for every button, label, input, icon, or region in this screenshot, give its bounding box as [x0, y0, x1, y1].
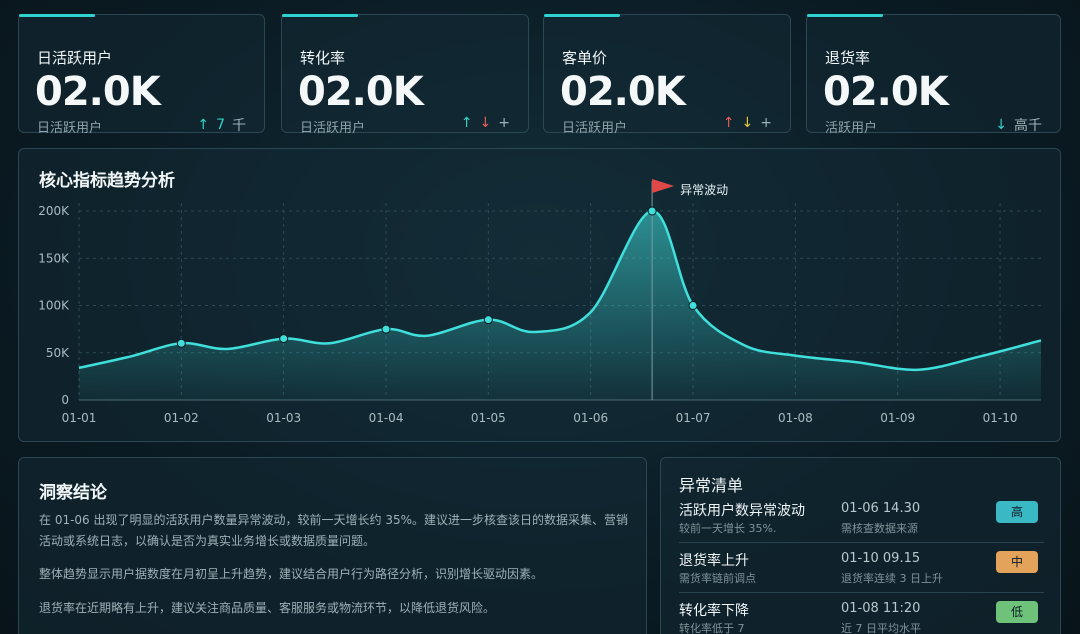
kpi-value: 02.0K	[298, 69, 424, 115]
trend-chart[interactable]: 0 50K 100K 150K 200K 01-01 01-02 01-03 01-04 01-0…	[19, 149, 1062, 443]
severity-badge: 中	[996, 551, 1038, 573]
anomaly-name: 退货率上升	[679, 553, 749, 569]
severity-badge: 低	[996, 601, 1038, 623]
insight-paragraph: 在 01-06 出现了明显的活跃用户数量异常波动，较前一天增长约 35%。建议进…	[39, 513, 628, 548]
x-tick-label: 01-09	[880, 411, 915, 425]
trend-down-icon: ↓	[479, 115, 492, 131]
data-point	[688, 301, 698, 310]
data-point	[279, 334, 289, 344]
y-tick-label: 200K	[38, 204, 70, 218]
dashboard: 日活跃用户 02.0K 日活跃用户 ↑ 7 千 转化率 02.0K 日活跃用户 …	[0, 0, 1080, 634]
trend-unit: 千	[232, 118, 246, 134]
x-tick-label: 01-02	[164, 411, 199, 425]
kpi-sub: 日活跃用户	[300, 121, 366, 136]
kpi-sub: 日活跃用户	[37, 121, 103, 136]
kpi-trend: ↑ ↓ +	[723, 115, 772, 131]
anomaly-row[interactable]: 转化率下降 转化率低于 7 01-08 11:20 近 7 日平均水平 低	[679, 600, 1044, 634]
kpi-title: 日活跃用户	[37, 49, 113, 67]
x-tick-label: 01-03	[266, 411, 301, 425]
anomaly-name: 活跃用户数异常波动	[679, 503, 805, 519]
series-area	[79, 210, 1041, 400]
anomaly-list-panel: 异常清单 活跃用户数异常波动 较前一天增长 35%. 01-06 14.30 需…	[660, 457, 1061, 634]
kpi-card-dau[interactable]: 日活跃用户 02.0K 日活跃用户 ↑ 7 千	[18, 14, 265, 136]
kpi-card-aov[interactable]: 客单价 02.0K 日活跃用户 ↑ ↓ +	[543, 14, 791, 136]
kpi-sub: 活跃用户	[825, 121, 878, 136]
kpi-card-conversion[interactable]: 转化率 02.0K 日活跃用户 ↑ ↓ +	[281, 14, 529, 136]
anomaly-list-title: 异常清单	[679, 476, 744, 495]
anomaly-time: 01-06 14.30	[841, 501, 921, 516]
anomaly-desc: 需货率链前调点	[679, 572, 756, 585]
x-tick-label: 01-06	[573, 411, 608, 425]
card-accent	[544, 14, 620, 17]
flag-icon	[652, 179, 675, 193]
x-tick-label: 01-05	[471, 411, 506, 425]
card-accent	[282, 14, 358, 17]
data-point	[381, 324, 391, 334]
anomaly-time: 01-10 09.15	[841, 551, 921, 566]
kpi-card-return-rate[interactable]: 退货率 02.0K 活跃用户 ↓ 高千	[806, 14, 1061, 136]
insight-title: 洞察结论	[39, 483, 107, 503]
data-point	[647, 206, 657, 216]
anomaly-note: 退货率连续 3 日上升	[841, 572, 943, 585]
kpi-title: 转化率	[300, 49, 346, 67]
x-tick-label: 01-10	[983, 411, 1018, 425]
kpi-value: 02.0K	[823, 69, 949, 115]
kpi-title: 退货率	[825, 49, 871, 67]
card-accent	[807, 14, 883, 17]
trend-unit: 高千	[1014, 118, 1042, 134]
y-tick-label: 50K	[46, 346, 70, 360]
kpi-value: 02.0K	[35, 69, 161, 115]
trend-chart-panel: 核心指标趋势分析 0 50K 100K 150K 200K 01-01 01-02 01-03…	[18, 148, 1061, 442]
trend-up-icon: ↑	[197, 117, 210, 133]
anomaly-note: 近 7 日平均水平	[841, 622, 921, 634]
insight-panel: 洞察结论 在 01-06 出现了明显的活跃用户数量异常波动，较前一天增长约 35…	[18, 457, 647, 634]
y-tick-label: 150K	[38, 251, 70, 265]
anomaly-time: 01-08 11:20	[841, 601, 921, 616]
trend-down-icon: ↓	[741, 115, 754, 131]
y-tick-label: 0	[61, 393, 69, 407]
insight-paragraph: 退货率在近期略有上升，建议关注商品质量、客服服务或物流环节，以降低退货风险。	[39, 601, 496, 615]
kpi-value: 02.0K	[560, 69, 686, 115]
kpi-trend: ↑ 7 千	[197, 115, 246, 135]
x-tick-label: 01-08	[778, 411, 813, 425]
kpi-sub: 日活跃用户	[562, 121, 628, 136]
plus-icon: +	[498, 115, 510, 131]
trend-up-icon: ↑	[722, 115, 735, 131]
divider	[679, 592, 1044, 593]
data-point	[483, 315, 493, 325]
trend-down-icon: ↓	[995, 117, 1007, 133]
x-tick-label: 01-04	[369, 411, 404, 425]
x-tick-label: 01-07	[676, 411, 711, 425]
insight-paragraph: 整体趋势显示用户据数度在月初呈上升趋势，建议结合用户行为路径分析，识别增长驱动因…	[39, 567, 544, 581]
anomaly-desc: 较前一天增长 35%.	[679, 522, 777, 535]
kpi-title: 客单价	[562, 49, 608, 67]
trend-value: 7	[216, 117, 225, 133]
anomaly-note: 需核查数据来源	[841, 522, 918, 535]
card-accent	[19, 14, 95, 17]
anomaly-name: 转化率下降	[679, 603, 749, 619]
y-tick-label: 100K	[38, 299, 70, 313]
data-point	[176, 338, 186, 348]
trend-up-icon: ↑	[460, 115, 473, 131]
x-tick-label: 01-01	[62, 411, 97, 425]
annotation-label: 异常波动	[680, 183, 728, 197]
kpi-trend: ↓ 高千	[995, 115, 1042, 135]
anomaly-desc: 转化率低于 7	[679, 622, 745, 634]
severity-badge: 高	[996, 501, 1038, 523]
divider	[679, 542, 1044, 543]
plus-icon: +	[760, 115, 772, 131]
kpi-trend: ↑ ↓ +	[461, 115, 510, 131]
